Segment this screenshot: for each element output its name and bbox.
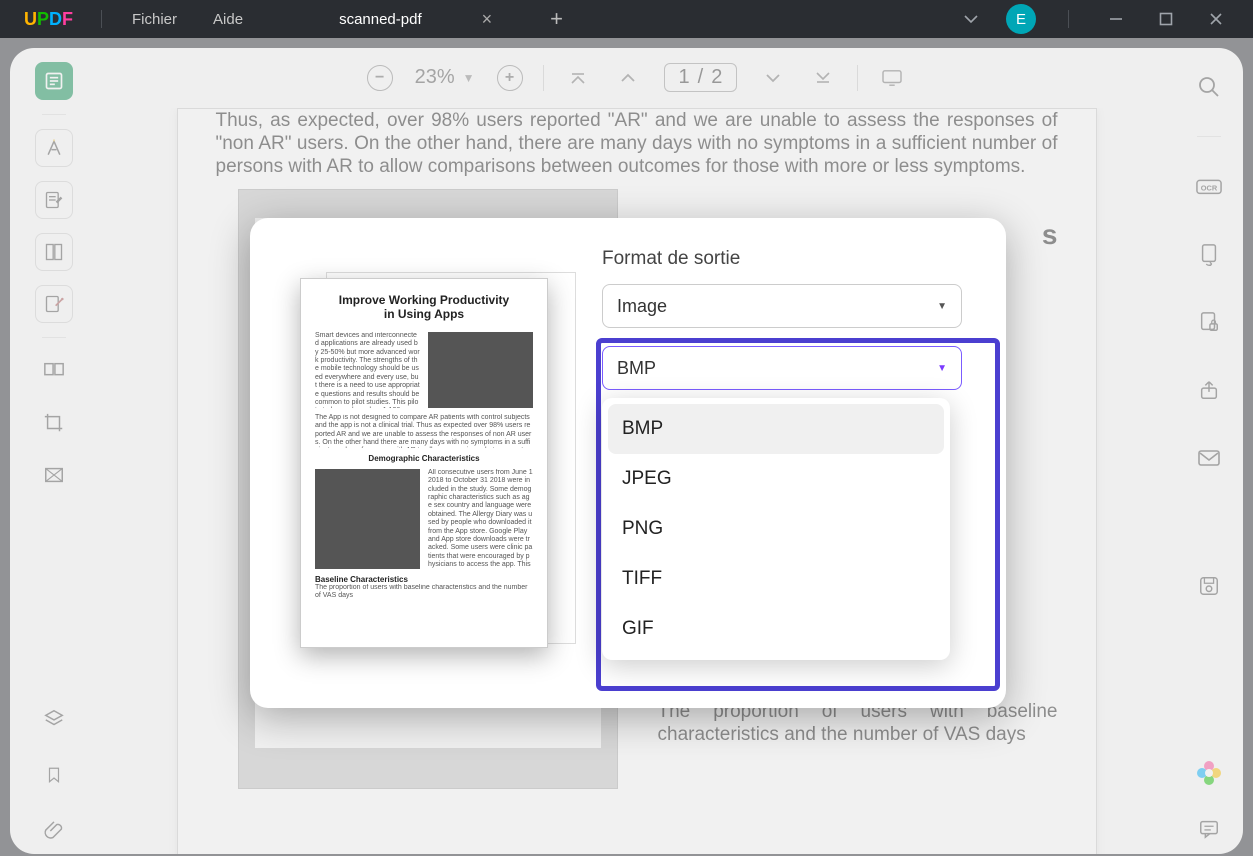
app-logo: UPDF	[24, 9, 73, 30]
previous-page-button[interactable]	[614, 64, 642, 92]
next-page-button[interactable]	[759, 64, 787, 92]
zoom-out-button[interactable]: −	[367, 65, 393, 91]
ocr-button[interactable]: OCR	[1190, 167, 1228, 205]
email-button[interactable]	[1190, 439, 1228, 477]
chevron-down-icon[interactable]	[956, 4, 986, 34]
output-type-select[interactable]: Image ▼	[602, 284, 962, 328]
menu-file[interactable]: Fichier	[114, 11, 195, 28]
crop-tool-button[interactable]	[35, 404, 73, 442]
last-page-button[interactable]	[809, 64, 837, 92]
divider	[42, 114, 66, 115]
view-toolbar: − 23% ▼ + 1 / 2	[98, 48, 1175, 108]
layers-button[interactable]	[35, 700, 73, 738]
svg-text:OCR: OCR	[1201, 184, 1218, 193]
export-preview: Improve Working Productivityin Using App…	[274, 248, 574, 678]
convert-button[interactable]	[1190, 235, 1228, 273]
close-button[interactable]	[1201, 4, 1231, 34]
document-tab[interactable]: scanned-pdf ×	[321, 0, 510, 38]
organize-pages-button[interactable]	[35, 352, 73, 390]
reader-mode-button[interactable]	[35, 62, 73, 100]
search-button[interactable]	[1190, 68, 1228, 106]
save-button[interactable]	[1190, 567, 1228, 605]
heading-fragment: s	[1042, 219, 1058, 251]
title-bar: UPDF Fichier Aide scanned-pdf × + E	[0, 0, 1253, 38]
image-format-dropdown: BMP JPEG PNG TIFF GIF	[602, 398, 950, 660]
ai-assistant-button[interactable]	[1194, 758, 1224, 788]
bookmark-button[interactable]	[35, 756, 73, 794]
format-option-bmp[interactable]: BMP	[608, 404, 944, 454]
highlight-tool-button[interactable]	[35, 129, 73, 167]
redact-tool-button[interactable]	[35, 456, 73, 494]
format-option-gif[interactable]: GIF	[608, 604, 944, 654]
tab-close-button[interactable]: ×	[482, 9, 493, 30]
first-page-button[interactable]	[564, 64, 592, 92]
zoom-in-button[interactable]: +	[497, 65, 523, 91]
separator	[857, 65, 858, 91]
chevron-down-icon: ▼	[937, 301, 947, 312]
protect-button[interactable]	[1190, 303, 1228, 341]
separator	[1068, 10, 1069, 28]
divider	[42, 337, 66, 338]
paragraph-text: Thus, as expected, over 98% users report…	[216, 109, 1058, 179]
presentation-mode-button[interactable]	[878, 64, 906, 92]
minimize-button[interactable]	[1101, 4, 1131, 34]
user-avatar[interactable]: E	[1006, 4, 1036, 34]
workspace: OCR	[0, 38, 1253, 856]
page-indicator[interactable]: 1 / 2	[664, 63, 738, 92]
export-dialog: Improve Working Productivityin Using App…	[250, 218, 1006, 708]
new-tab-button[interactable]: +	[550, 6, 563, 32]
attachment-button[interactable]	[35, 812, 73, 850]
zoom-level-dropdown[interactable]: 23% ▼	[415, 66, 475, 89]
tab-title: scanned-pdf	[339, 11, 422, 28]
separator	[543, 65, 544, 91]
divider	[1197, 136, 1221, 137]
format-option-png[interactable]: PNG	[608, 504, 944, 554]
separator	[101, 10, 102, 28]
right-toolbar: OCR	[1175, 48, 1243, 854]
output-format-label: Format de sortie	[602, 248, 976, 270]
maximize-button[interactable]	[1151, 4, 1181, 34]
chevron-down-icon: ▼	[463, 71, 475, 85]
page-layout-button[interactable]	[35, 233, 73, 271]
edit-pdf-button[interactable]	[35, 181, 73, 219]
format-option-jpeg[interactable]: JPEG	[608, 454, 944, 504]
format-option-tiff[interactable]: TIFF	[608, 554, 944, 604]
menu-help[interactable]: Aide	[195, 11, 261, 28]
form-tool-button[interactable]	[35, 285, 73, 323]
share-button[interactable]	[1190, 371, 1228, 409]
comment-panel-button[interactable]	[1190, 810, 1228, 848]
left-toolbar	[10, 48, 98, 854]
